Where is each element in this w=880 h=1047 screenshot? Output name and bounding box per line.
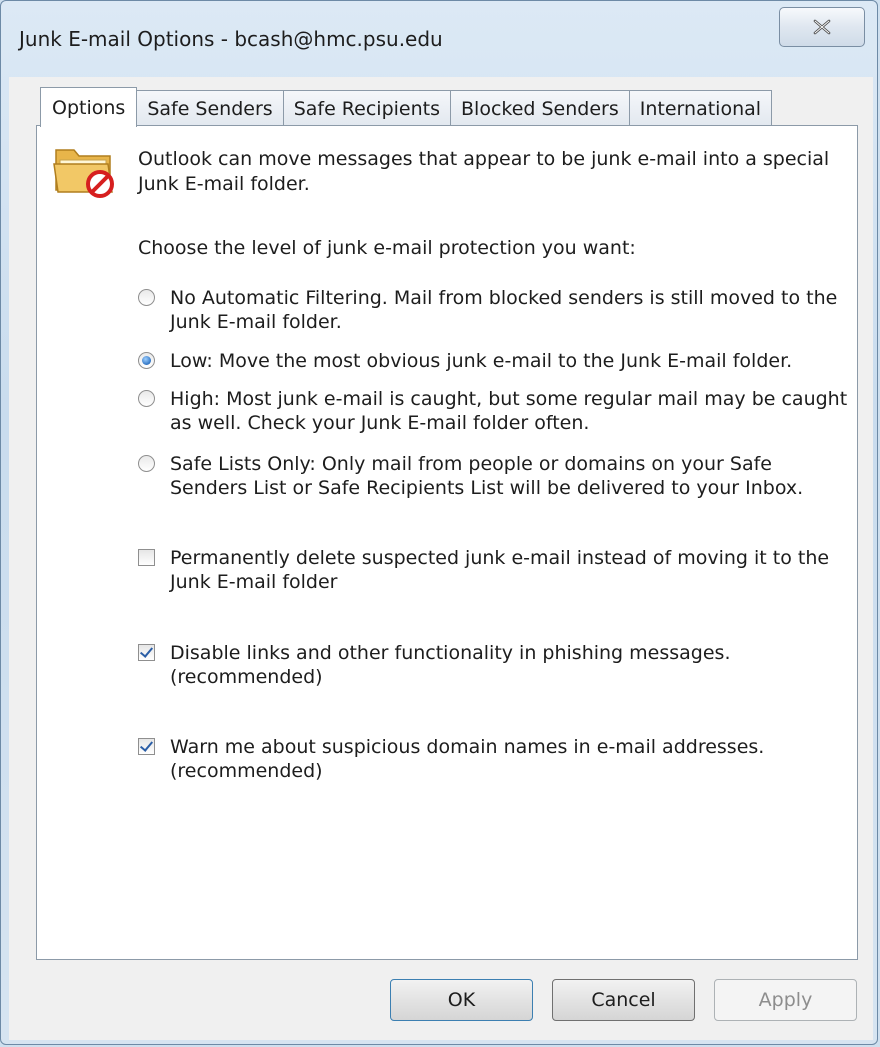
checkbox-label[interactable]: Permanently delete suspected junk e-mail…	[170, 546, 829, 594]
radio-button[interactable]	[138, 455, 155, 472]
radio-label[interactable]: High: Most junk e-mail is caught, but so…	[170, 387, 847, 435]
radio-label[interactable]: No Automatic Filtering. Mail from blocke…	[170, 286, 837, 334]
tab-safe-recipients[interactable]: Safe Recipients	[282, 90, 451, 126]
checkbox[interactable]	[138, 738, 155, 755]
close-icon	[813, 19, 831, 35]
cancel-button[interactable]: Cancel	[552, 979, 695, 1021]
checkbox[interactable]	[138, 644, 155, 661]
apply-button[interactable]: Apply	[714, 979, 857, 1021]
tab-strip: Options Safe Senders Safe Recipients Blo…	[40, 86, 773, 127]
intro-line-2: Junk E-mail folder.	[138, 173, 310, 195]
radio-label[interactable]: Safe Lists Only: Only mail from people o…	[170, 452, 803, 500]
radio-button[interactable]	[138, 352, 155, 369]
tab-safe-senders[interactable]: Safe Senders	[136, 90, 284, 126]
radio-button[interactable]	[138, 390, 155, 407]
radio-label[interactable]: Low: Move the most obvious junk e-mail t…	[170, 349, 792, 373]
tab-international[interactable]: International	[628, 90, 773, 126]
title-bar[interactable]: Junk E-mail Options - bcash@hmc.psu.edu	[1, 1, 877, 79]
tab-options[interactable]: Options	[40, 87, 138, 127]
junk-folder-icon	[53, 149, 114, 198]
window-title: Junk E-mail Options - bcash@hmc.psu.edu	[19, 27, 443, 51]
ok-button[interactable]: OK	[390, 979, 533, 1021]
intro-line-1: Outlook can move messages that appear to…	[138, 148, 830, 170]
close-button[interactable]	[779, 7, 865, 47]
checkbox[interactable]	[138, 549, 155, 566]
tab-blocked-senders[interactable]: Blocked Senders	[450, 90, 630, 126]
checkbox-label[interactable]: Disable links and other functionality in…	[170, 641, 730, 689]
protection-level-prompt: Choose the level of junk e-mail protecti…	[138, 237, 636, 259]
checkbox-label[interactable]: Warn me about suspicious domain names in…	[170, 735, 764, 783]
radio-button[interactable]	[138, 289, 155, 306]
